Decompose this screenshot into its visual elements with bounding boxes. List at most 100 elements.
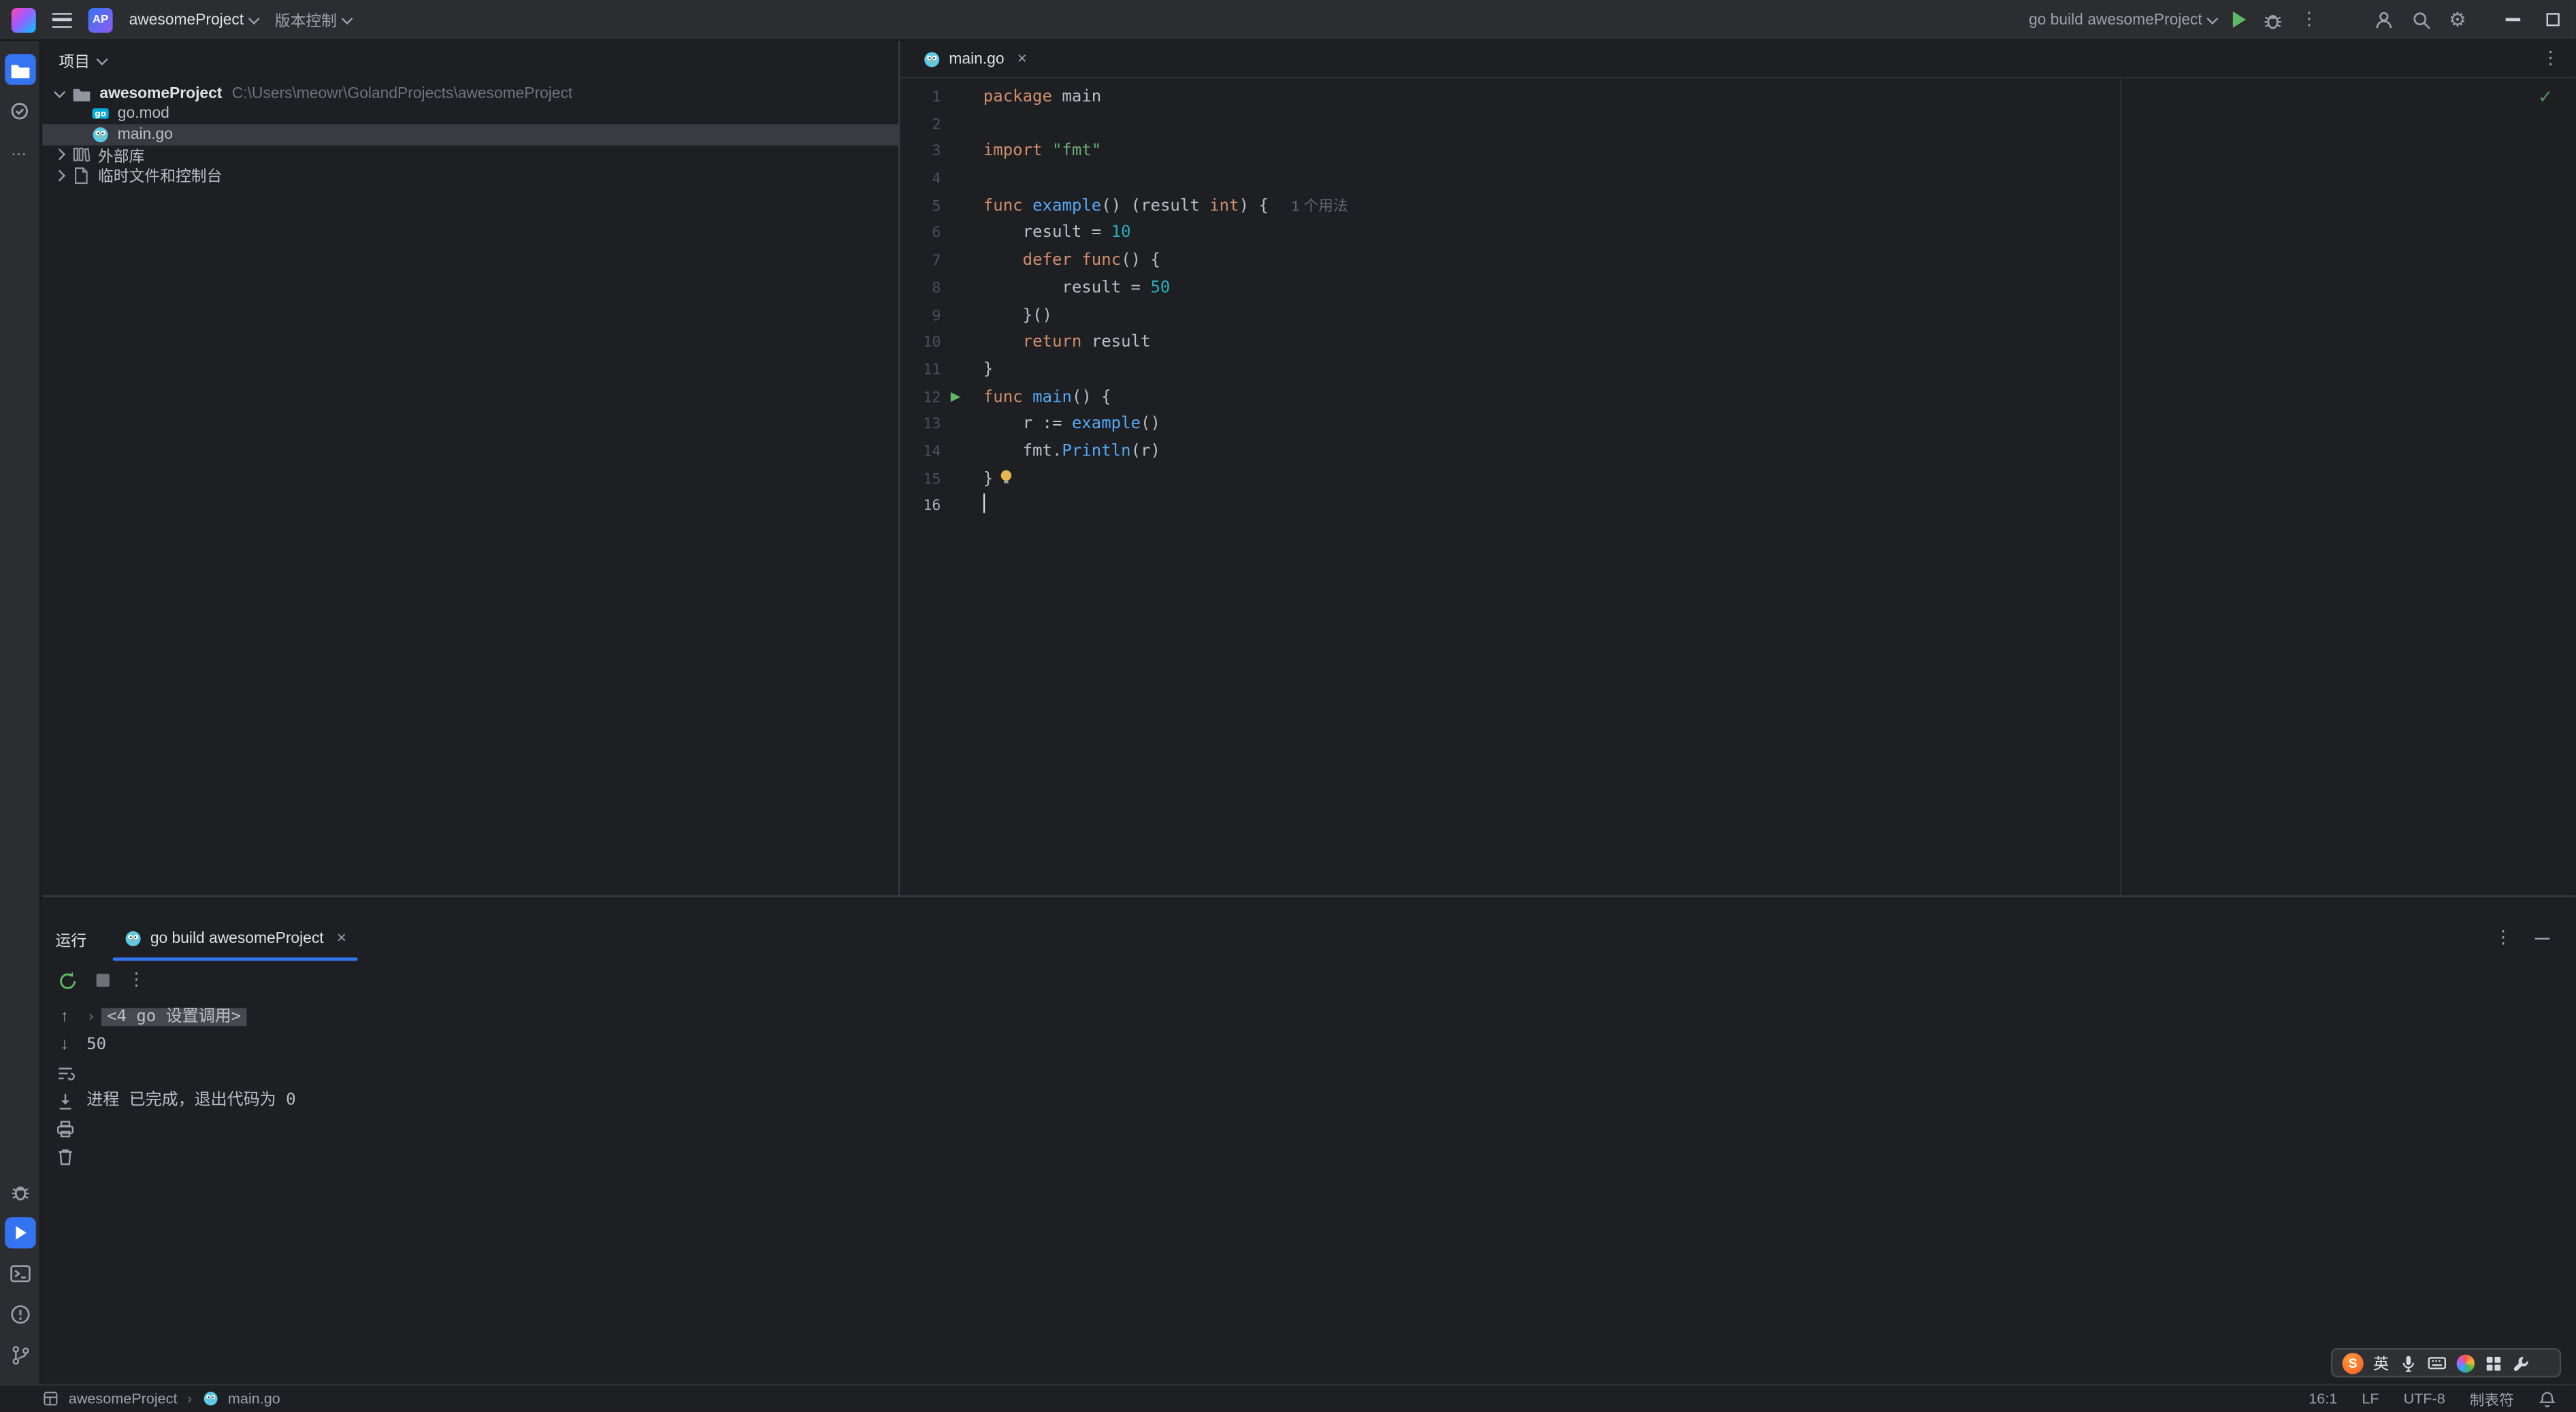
- usages-inlay-hint[interactable]: 1 个用法: [1292, 197, 1348, 214]
- close-icon[interactable]: ×: [337, 930, 346, 948]
- notifications-bell-icon[interactable]: [2539, 1390, 2556, 1407]
- tree-row-gomod[interactable]: go go.mod: [42, 103, 898, 124]
- chevron-down-icon[interactable]: [54, 86, 66, 98]
- more-tool-windows-button[interactable]: …: [4, 135, 35, 167]
- search-everywhere-icon[interactable]: [2411, 9, 2432, 30]
- breadcrumb-project[interactable]: awesomeProject: [69, 1390, 178, 1407]
- intention-bulb-icon[interactable]: [998, 468, 1014, 485]
- editor-tab-maingo[interactable]: main.go ×: [916, 40, 1033, 78]
- clear-console-icon[interactable]: [54, 1147, 74, 1167]
- title-bar: AP awesomeProject 版本控制 go build awesomeP…: [0, 0, 2576, 42]
- apps-grid-icon[interactable]: [2483, 1353, 2501, 1371]
- console-output: › <4 go 设置调用> 50 进程 已完成，退出代码为 0: [86, 1000, 296, 1384]
- caret-position-widget[interactable]: 16:1: [2309, 1390, 2337, 1407]
- more-run-actions-icon[interactable]: ⋮: [127, 971, 145, 989]
- settings-gear-icon[interactable]: ⚙: [2449, 8, 2466, 31]
- chevron-right-icon[interactable]: [54, 169, 66, 181]
- run-console[interactable]: ↑ ↓ › <4 go 设置调用> 50 进程 已完成，退出代码为 0: [42, 1000, 2575, 1384]
- chevron-right-icon[interactable]: [54, 148, 66, 161]
- run-tool-button[interactable]: [4, 1217, 35, 1249]
- encoding-widget[interactable]: UTF-8: [2404, 1390, 2445, 1407]
- version-control-tool-button[interactable]: [4, 1340, 35, 1371]
- line-separator-widget[interactable]: LF: [2362, 1390, 2379, 1407]
- code-token: }(): [983, 306, 1052, 325]
- line-number: 8: [932, 280, 941, 298]
- scroll-to-end-icon[interactable]: [54, 1091, 74, 1111]
- code-editor[interactable]: ✓ 1 package main 2 3 import "fmt" 4 5 func …: [900, 78, 2575, 896]
- project-selector[interactable]: awesomeProject: [129, 11, 261, 29]
- window-minimize-icon[interactable]: [2505, 18, 2521, 21]
- project-tool-button[interactable]: [4, 54, 35, 85]
- code-token: main: [1032, 388, 1072, 406]
- more-actions-icon[interactable]: ⋮: [2300, 10, 2318, 29]
- code-token: ) {: [1239, 197, 1279, 216]
- commit-tool-button[interactable]: [4, 95, 35, 126]
- line-number: 10: [923, 335, 941, 352]
- code-token: return: [1022, 334, 1082, 352]
- project-avatar[interactable]: AP: [88, 7, 113, 32]
- run-tab-label: go build awesomeProject: [150, 929, 324, 948]
- code-line: 14 fmt.Println(r): [900, 439, 2575, 466]
- line-number: 11: [923, 362, 941, 379]
- code-line: 7 defer func() {: [900, 248, 2575, 276]
- breadcrumb: awesomeProject › main.go: [42, 1390, 280, 1407]
- code-with-me-icon[interactable]: [2374, 9, 2395, 30]
- file-label: go.mod: [117, 105, 169, 123]
- chevron-down-icon: [2206, 12, 2219, 24]
- main-menu-icon[interactable]: [52, 12, 72, 27]
- line-number: 1: [932, 90, 941, 106]
- console-command-line[interactable]: › <4 go 设置调用>: [86, 1004, 295, 1031]
- wrench-icon[interactable]: [2511, 1353, 2529, 1371]
- tree-row-scratches[interactable]: 临时文件和控制台: [42, 165, 898, 185]
- fold-chevron-icon[interactable]: ›: [86, 1010, 95, 1026]
- folded-command-text[interactable]: <4 go 设置调用>: [101, 1008, 246, 1027]
- line-number: 3: [932, 144, 941, 161]
- run-configuration-selector[interactable]: go build awesomeProject: [2029, 11, 2219, 29]
- breadcrumb-file[interactable]: main.go: [228, 1390, 280, 1407]
- tree-row-external-libraries[interactable]: 外部库: [42, 144, 898, 165]
- window-layout-icon[interactable]: [42, 1390, 59, 1407]
- soft-wrap-icon[interactable]: [54, 1063, 74, 1083]
- tab-list-more-icon[interactable]: ⋮: [2541, 49, 2559, 67]
- run-tab-go-build[interactable]: go build awesomeProject ×: [112, 916, 358, 961]
- run-gutter-icon[interactable]: [950, 392, 961, 402]
- code-token: () {: [1071, 388, 1111, 406]
- debug-button[interactable]: [2263, 9, 2284, 30]
- sogou-logo-icon[interactable]: S: [2342, 1352, 2364, 1374]
- console-stdout-line: 50: [86, 1036, 107, 1055]
- goland-window: AP awesomeProject 版本控制 go build awesomeP…: [0, 0, 2576, 1412]
- hide-tool-window-icon[interactable]: [2534, 937, 2550, 940]
- tool-window-options-icon[interactable]: ⋮: [2494, 929, 2512, 948]
- rerun-icon[interactable]: [57, 969, 78, 991]
- print-icon[interactable]: [54, 1119, 74, 1139]
- stop-icon[interactable]: [96, 974, 110, 987]
- run-button[interactable]: [2233, 11, 2247, 28]
- up-stacktrace-icon[interactable]: ↑: [61, 1008, 69, 1028]
- code-token: 10: [1111, 224, 1131, 243]
- close-icon[interactable]: ×: [1017, 50, 1027, 67]
- debug-tool-button[interactable]: [4, 1176, 35, 1208]
- window-maximize-icon[interactable]: [2546, 13, 2560, 27]
- skin-palette-icon[interactable]: [2456, 1353, 2474, 1372]
- microphone-icon[interactable]: [2398, 1353, 2416, 1371]
- code-token: }: [983, 470, 994, 488]
- code-token: }: [983, 361, 994, 379]
- project-panel-header[interactable]: 项目: [42, 41, 898, 80]
- ime-language-indicator[interactable]: 英: [2373, 1351, 2389, 1374]
- indent-widget[interactable]: 制表符: [2470, 1388, 2514, 1409]
- problems-tool-button[interactable]: [4, 1299, 35, 1330]
- tree-row-maingo-selected[interactable]: main.go: [42, 124, 898, 145]
- code-token: main: [1051, 88, 1102, 106]
- keyboard-icon[interactable]: [2426, 1353, 2446, 1373]
- console-exit-line: 进程 已完成，退出代码为 0: [86, 1091, 296, 1110]
- down-stacktrace-icon[interactable]: ↓: [61, 1036, 69, 1056]
- vcs-widget[interactable]: 版本控制: [275, 8, 354, 31]
- project-root-name: awesomeProject: [99, 84, 223, 103]
- tree-row-project-root[interactable]: awesomeProject C:\Users\meowr\GolandProj…: [42, 83, 898, 103]
- code-line-current: 16: [900, 494, 2575, 522]
- terminal-tool-button[interactable]: [4, 1258, 35, 1289]
